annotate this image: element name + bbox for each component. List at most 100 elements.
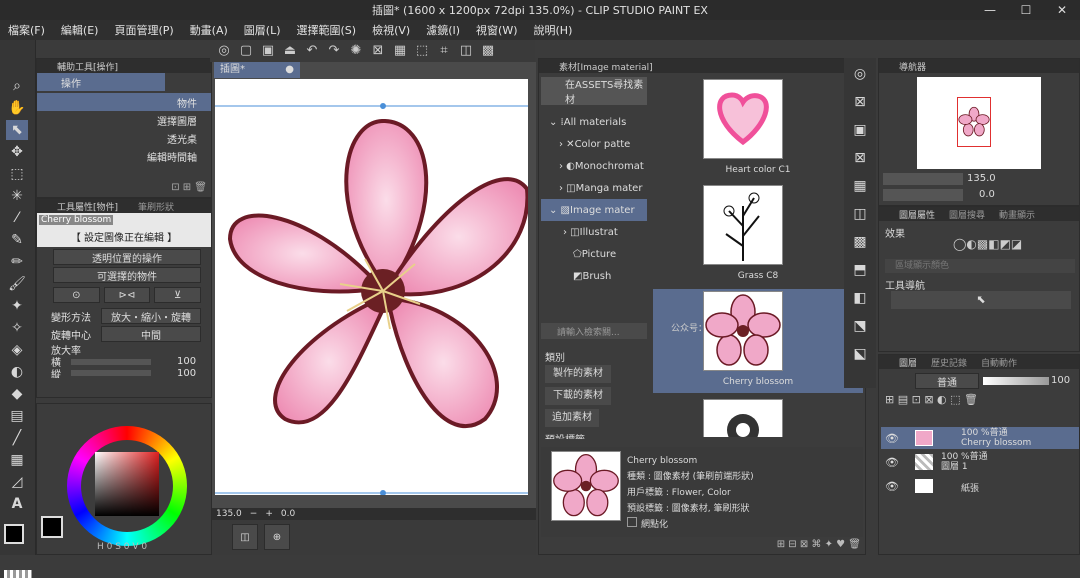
transform-icon[interactable]: ⬚ [414, 43, 430, 59]
menu-select[interactable]: 選擇範圍(S) [289, 22, 365, 38]
menu-layer[interactable]: 圖層(L) [236, 22, 289, 38]
brush-shape-tab[interactable]: 筆刷形狀 [138, 200, 174, 213]
material-icon-2[interactable]: ▣ [849, 120, 871, 140]
angle-readout[interactable]: 0.0 [281, 509, 295, 519]
subtool-item-object[interactable]: 物件 [37, 93, 211, 111]
app-icon[interactable]: ◎ [216, 43, 232, 59]
tree-item[interactable]: ◩ Brush [541, 265, 647, 287]
figure-icon[interactable]: ╱ [6, 428, 28, 448]
layer-row[interactable]: 👁 紙張 [881, 475, 1079, 497]
subtool-actions-icon[interactable]: ⊡ ⊞ 🗑 [171, 182, 207, 193]
material-icon-6[interactable]: ▩ [849, 232, 871, 252]
category-added-button[interactable]: 追加素材 [545, 409, 599, 427]
pen-icon[interactable]: ✎ [6, 230, 28, 250]
material-icon-10[interactable]: ⬕ [849, 344, 871, 364]
ruler-icon[interactable]: ◿ [6, 472, 28, 492]
save-icon[interactable]: ⏏ [282, 43, 298, 59]
saturation-box[interactable] [95, 452, 159, 516]
new-file-icon[interactable]: ▢ [238, 43, 254, 59]
navigator-angle[interactable]: 0.0 [979, 189, 995, 200]
zoom-minus-icon[interactable]: − [250, 509, 258, 519]
canvas[interactable] [215, 79, 530, 496]
auto-action-tab[interactable]: 自動動作 [981, 356, 1017, 369]
tree-item[interactable]: › ◫ Manga mater [541, 177, 647, 199]
material-actions-icon[interactable]: ⊞ ⊟ ⊠ ⌘ ✦ ♥ 🗑 [777, 539, 861, 550]
blend-icon[interactable]: ◐ [6, 362, 28, 382]
transform-dropdown[interactable]: 放大・縮小・旋轉 [101, 308, 201, 324]
panel-toggle-icon[interactable]: ◫ [232, 524, 258, 550]
menu-animation[interactable]: 動畫(A) [182, 22, 236, 38]
h-slider[interactable] [71, 358, 151, 365]
grass-thumb[interactable] [703, 185, 783, 265]
zoom-slider[interactable] [883, 173, 963, 185]
opacity-value[interactable]: 100 [1051, 375, 1070, 386]
layout-icon[interactable]: ⊕ [264, 524, 290, 550]
menu-help[interactable]: 說明(H) [526, 22, 581, 38]
material-icon-7[interactable]: ⬒ [849, 260, 871, 280]
select-icon[interactable]: ⬚ [6, 164, 28, 184]
animation-tab[interactable]: 動畫顯示 [999, 208, 1035, 221]
navigator-zoom[interactable]: 135.0 [967, 173, 996, 184]
fit-icon[interactable]: ⊙ [53, 287, 100, 303]
main-color-swatch-2[interactable] [41, 516, 63, 538]
tree-item[interactable]: › ✕ Color patte [541, 133, 647, 155]
menu-page[interactable]: 頁面管理(P) [106, 22, 181, 38]
menu-window[interactable]: 視窗(W) [468, 22, 525, 38]
move-icon[interactable]: ✥ [6, 142, 28, 162]
main-color-swatch[interactable] [4, 524, 24, 544]
open-icon[interactable]: ▣ [260, 43, 276, 59]
operation-icon[interactable]: ⬉ [6, 120, 28, 140]
tile-option[interactable]: 網點化 [627, 517, 754, 533]
zoom-plus-icon[interactable]: + [265, 509, 273, 519]
brush-icon[interactable]: 🖌 [6, 274, 28, 294]
navigator-preview[interactable] [917, 77, 1041, 169]
frame-icon[interactable]: ▦ [6, 450, 28, 470]
eyedropper-icon[interactable]: ⁄ [6, 208, 28, 228]
subtool-item-lighttable[interactable]: 透光桌 [37, 129, 211, 147]
v-slider[interactable] [71, 370, 151, 376]
mandala-thumb[interactable] [703, 399, 783, 437]
material-icon-1[interactable]: ⊠ [849, 92, 871, 112]
redo-icon[interactable]: ↷ [326, 43, 342, 59]
tab-close-icon[interactable]: ● [285, 62, 294, 78]
grid-snap-icon[interactable]: ▩ [480, 43, 496, 59]
tree-item-selected[interactable]: ⌄ ▧ Image mater [541, 199, 647, 221]
eye-icon[interactable]: 👁 [885, 480, 899, 493]
ruler-snap-icon[interactable]: ◫ [458, 43, 474, 59]
fill-selection-icon[interactable]: ▦ [392, 43, 408, 59]
material-icon-4[interactable]: ▦ [849, 176, 871, 196]
menu-view[interactable]: 檢視(V) [364, 22, 418, 38]
navigator-viewport[interactable] [957, 97, 991, 147]
zoom-icon[interactable]: ⌕ [6, 76, 28, 96]
tree-item[interactable]: ⌄ ⁞ All materials [541, 111, 647, 133]
material-icon-5[interactable]: ◫ [849, 204, 871, 224]
tab-canvas[interactable]: 插圖* ● [214, 62, 300, 78]
selectable-object-dropdown[interactable]: 可選擇的物件 [53, 267, 201, 283]
airbrush-icon[interactable]: ✦ [6, 296, 28, 316]
layer-tools-icons[interactable]: ⊞ ▤ ⊡ ⊠ ◐ ⬚ 🗑 [885, 393, 978, 406]
zoom-readout[interactable]: 135.0 [216, 509, 242, 519]
tile-checkbox[interactable] [627, 517, 637, 527]
cherry-thumb-selected[interactable]: Cherry blossom [653, 289, 863, 393]
decoration-icon[interactable]: ✧ [6, 318, 28, 338]
eye-icon[interactable]: 👁 [885, 456, 899, 469]
effect-icons[interactable]: ◯◐▩◧◩◪ [953, 237, 1022, 251]
flip-h-icon[interactable]: ⊳⊲ [103, 287, 151, 303]
tree-item[interactable]: › ◐ Monochromat [541, 155, 647, 177]
loading-icon[interactable]: ✺ [348, 43, 364, 59]
material-icon-9[interactable]: ⬔ [849, 316, 871, 336]
layer-search-tab[interactable]: 圖層搜尋 [949, 208, 985, 221]
text-icon[interactable]: A [6, 494, 28, 514]
eraser-icon[interactable]: ◈ [6, 340, 28, 360]
subtool-item-timeline[interactable]: 編輯時間軸 [37, 147, 211, 165]
angle-slider[interactable] [883, 189, 963, 201]
menu-file[interactable]: 檔案(F) [0, 22, 53, 38]
category-created-button[interactable]: 製作的素材 [545, 365, 611, 383]
v-value[interactable]: 100 [177, 368, 196, 378]
pencil-icon[interactable]: ✏ [6, 252, 28, 272]
h-value[interactable]: 100 [177, 356, 196, 367]
snap-icon[interactable]: ⌗ [436, 43, 452, 59]
clear-icon[interactable]: ⊠ [370, 43, 386, 59]
assets-search-button[interactable]: 在ASSETS尋找素材 [541, 77, 647, 106]
fill-icon[interactable]: ◆ [6, 384, 28, 404]
